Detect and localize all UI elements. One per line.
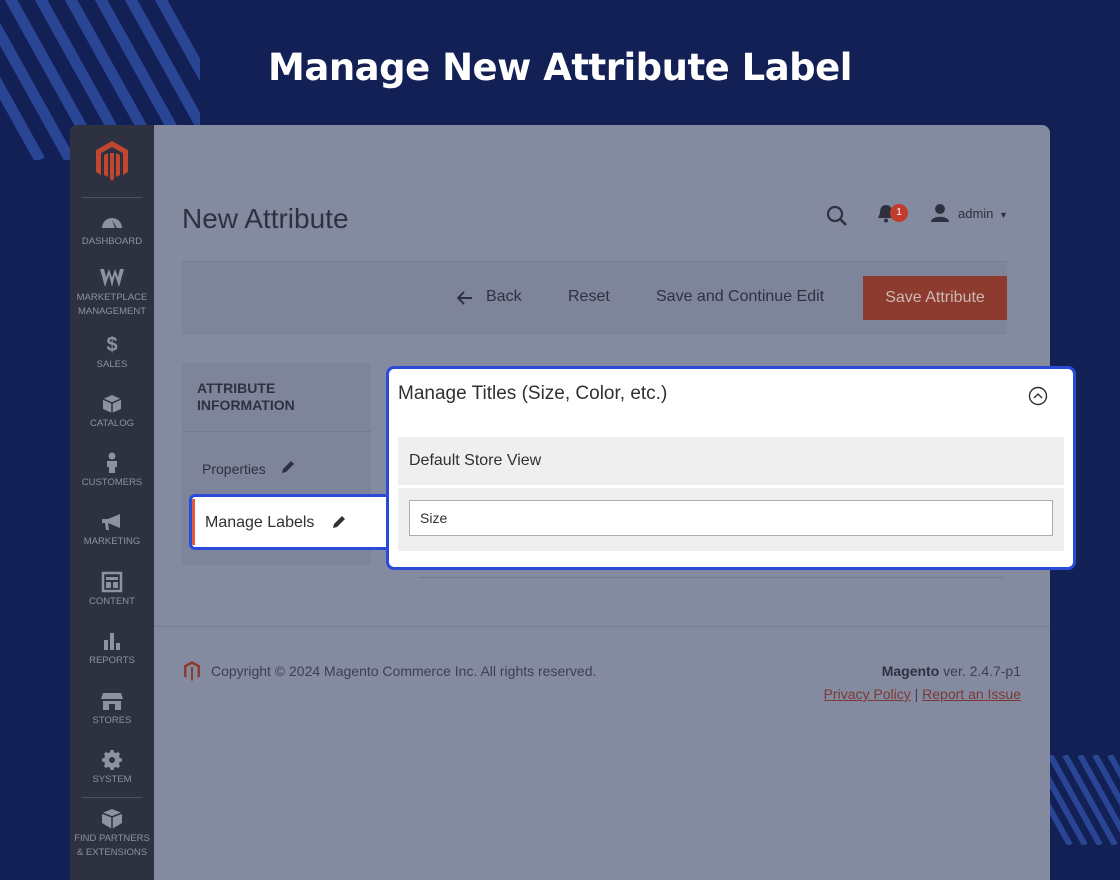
privacy-policy-link[interactable]: Privacy Policy [824, 686, 911, 702]
footer-links: Privacy Policy | Report an Issue [824, 686, 1021, 702]
default-store-view-input[interactable] [409, 500, 1053, 536]
sidebar-item-marketing[interactable]: MARKETING [70, 511, 154, 549]
sidebar-item-label: DASHBOARD [81, 236, 143, 247]
reset-button[interactable]: Reset [568, 288, 610, 306]
sidebar-divider [82, 797, 142, 798]
decorative-stripes-bottom [1050, 755, 1120, 845]
sidebar-item-catalog[interactable]: CATALOG [70, 393, 154, 431]
megaphone-icon [102, 514, 120, 530]
person-icon [107, 452, 117, 473]
sidebar-item-label: SALES [96, 359, 128, 370]
tab-properties[interactable]: Properties [202, 461, 266, 477]
magento-logo-icon[interactable] [92, 139, 132, 183]
tabs-heading: ATTRIBUTE INFORMATION [197, 380, 295, 413]
version-text: Magento ver. 2.4.7-p1 [882, 663, 1021, 679]
layout-icon [101, 571, 123, 593]
cubes-icon [101, 809, 123, 829]
tab-label: Manage Labels [205, 514, 315, 531]
store-view-label: Default Store View [409, 452, 542, 469]
footer-divider [154, 626, 1050, 627]
collapse-icon[interactable] [1028, 386, 1048, 406]
sidebar-item-label: SYSTEM [92, 774, 132, 785]
sidebar-item-customers[interactable]: CUSTOMERS [70, 452, 154, 490]
search-icon[interactable] [826, 205, 848, 227]
back-button[interactable]: Back [486, 288, 522, 306]
version-number: ver. 2.4.7-p1 [939, 663, 1021, 679]
magento-footer-logo-icon [184, 661, 200, 681]
user-icon[interactable] [930, 203, 950, 223]
dashboard-icon [102, 218, 122, 228]
manage-titles-panel: Manage Titles (Size, Color, etc.) Defaul… [386, 366, 1076, 570]
sidebar-item-marketplace[interactable]: MARKETPLACE MANAGEMENT [70, 267, 154, 319]
sidebar-item-label: CATALOG [90, 418, 134, 429]
store-icon [101, 693, 123, 710]
pencil-icon [333, 516, 345, 528]
gear-icon [102, 750, 122, 770]
sidebar-item-find-partners[interactable]: FIND PARTNERS & EXTENSIONS [70, 808, 154, 860]
save-continue-button[interactable]: Save and Continue Edit [656, 288, 824, 306]
store-view-header: Default Store View [398, 437, 1064, 485]
admin-sidebar: DASHBOARD MARKETPLACE MANAGEMENT $ SALES… [70, 125, 154, 880]
bar-chart-icon [104, 633, 120, 650]
divider [182, 431, 371, 432]
sidebar-item-label: MARKETING [83, 536, 141, 547]
copyright-text: Copyright © 2024 Magento Commerce Inc. A… [211, 663, 597, 679]
sidebar-item-reports[interactable]: REPORTS [70, 630, 154, 668]
arrow-left-icon[interactable] [457, 291, 473, 305]
sidebar-divider [82, 197, 142, 198]
user-menu[interactable]: admin [958, 206, 993, 221]
sidebar-item-label: CONTENT [89, 596, 135, 607]
tab-manage-labels[interactable]: Manage Labels [189, 494, 387, 550]
sidebar-item-label: FIND PARTNERS & EXTENSIONS [74, 833, 150, 858]
link-separator: | [910, 686, 923, 702]
page-title: New Attribute [182, 203, 349, 234]
divider [418, 577, 1003, 578]
brand-name: Magento [881, 663, 940, 679]
panel-title: Manage Titles (Size, Color, etc.) [398, 383, 668, 404]
pencil-icon [282, 461, 294, 473]
marketplace-icon [100, 269, 124, 287]
sidebar-item-label: MARKETPLACE MANAGEMENT [76, 292, 148, 317]
divider [182, 333, 1007, 334]
notification-badge[interactable]: 1 [890, 204, 908, 222]
box-icon [102, 395, 122, 413]
sidebar-item-label: STORES [92, 715, 132, 726]
sidebar-item-stores[interactable]: STORES [70, 690, 154, 728]
save-attribute-button[interactable]: Save Attribute [863, 276, 1007, 320]
report-issue-link[interactable]: Report an Issue [922, 686, 1021, 702]
store-view-row [398, 488, 1064, 551]
sidebar-item-content[interactable]: CONTENT [70, 571, 154, 609]
sidebar-item-label: CUSTOMERS [81, 477, 143, 488]
sidebar-item-sales[interactable]: $ SALES [70, 334, 154, 372]
active-tab-indicator [192, 499, 195, 545]
dollar-icon: $ [106, 334, 118, 356]
sidebar-item-system[interactable]: SYSTEM [70, 749, 154, 787]
banner-title: Manage New Attribute Label [268, 46, 852, 89]
sidebar-item-label: REPORTS [89, 655, 135, 666]
chevron-down-icon[interactable]: ▼ [999, 210, 1008, 220]
sidebar-item-dashboard[interactable]: DASHBOARD [70, 211, 154, 249]
